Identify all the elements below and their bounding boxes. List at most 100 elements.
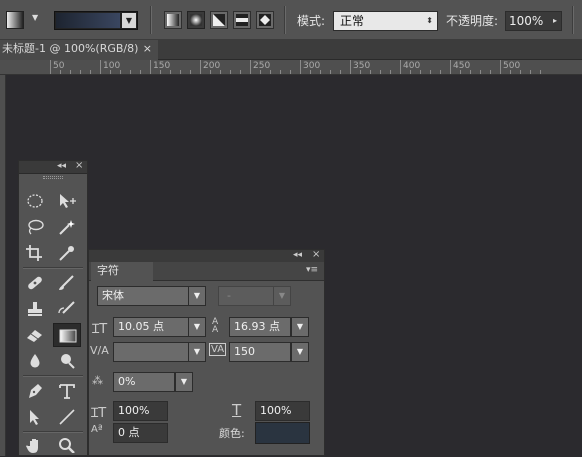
document-tab[interactable]: 未标题-1 @ 100%(RGB/8) × [0, 40, 158, 60]
bandage-icon [28, 276, 42, 290]
move-tool[interactable] [53, 189, 81, 213]
elliptical-marquee-tool[interactable] [21, 189, 49, 213]
kerning-input[interactable] [113, 342, 189, 362]
history-brush-tool[interactable] [53, 297, 81, 321]
zoom-tool[interactable] [53, 433, 81, 457]
ruler-minor-tick [160, 70, 161, 74]
ruler-minor-tick [230, 70, 231, 74]
text-color-swatch[interactable] [255, 422, 310, 444]
chevron-down-icon[interactable]: ▼ [188, 342, 206, 362]
lasso-tool[interactable] [21, 215, 49, 239]
opacity-value: 100% [509, 14, 544, 28]
tab-character[interactable]: 字符 [91, 262, 153, 281]
ruler-minor-tick [70, 70, 71, 74]
grip-handle[interactable] [43, 176, 63, 179]
close-icon[interactable]: × [75, 160, 83, 171]
options-bar: ▼ ▼ 模式: 正常 ⬍ 不透明度: 100% ▸ [0, 0, 582, 40]
vertical-ruler[interactable] [0, 75, 6, 456]
eraser-tool[interactable] [21, 323, 49, 347]
blur-tool[interactable] [21, 349, 49, 373]
panel-menu-icon[interactable]: ▾≡ [306, 265, 318, 275]
close-icon[interactable]: × [143, 40, 152, 58]
ruler-minor-tick [440, 70, 441, 74]
baseline-shift-icon: Aª [91, 424, 103, 435]
ruler-tick [150, 60, 151, 74]
clone-stamp-tool[interactable] [21, 297, 49, 321]
angle-gradient-button[interactable] [210, 11, 228, 29]
eyedropper-tool[interactable] [53, 241, 81, 265]
ruler-label: 400 [403, 61, 421, 71]
ruler-minor-tick [290, 70, 291, 74]
line-icon [59, 409, 75, 425]
ruler-label: 450 [453, 61, 471, 71]
spot-healing-brush-tool[interactable] [21, 271, 49, 295]
ruler-minor-tick [520, 70, 521, 74]
font-style-select[interactable]: - [218, 286, 274, 306]
close-icon[interactable]: × [312, 249, 320, 260]
type-icon [59, 384, 75, 399]
reflected-gradient-button[interactable] [233, 11, 251, 29]
ruler-minor-tick [390, 70, 391, 74]
tools-panel-header[interactable]: ◂◂ × [19, 160, 87, 174]
chevron-down-icon[interactable]: ▼ [291, 317, 309, 337]
ruler-minor-tick [340, 70, 341, 74]
mode-select[interactable]: 正常 ⬍ [333, 11, 438, 31]
droplet-icon [30, 354, 40, 368]
opacity-input[interactable]: 100% ▸ [505, 11, 562, 31]
divider [23, 267, 83, 269]
ruler-minor-tick [530, 70, 531, 74]
chevron-down-icon[interactable]: ▼ [291, 342, 309, 362]
font-size-icon: ꞮT [92, 322, 108, 337]
gradient-picker[interactable]: ▼ [54, 11, 138, 30]
horizontal-scale-input[interactable]: 100% [255, 401, 310, 421]
chevron-right-icon: ▸ [552, 16, 557, 25]
crop-tool[interactable] [21, 241, 49, 265]
baseline-shift-input[interactable]: 0 点 [113, 423, 168, 443]
path-selection-tool[interactable] [21, 405, 49, 429]
gradient-tool[interactable] [53, 323, 81, 347]
magic-wand-icon [59, 220, 75, 235]
ruler-minor-tick [130, 70, 131, 74]
tracking-icon: VA [209, 343, 227, 356]
ruler-label: 200 [203, 61, 221, 71]
ruler-tick [400, 60, 401, 74]
diamond-gradient-button[interactable] [256, 11, 274, 29]
ruler-minor-tick [510, 70, 511, 74]
brush-tool[interactable] [53, 271, 81, 295]
color-label: 颜色: [219, 427, 245, 440]
dodge-icon [61, 354, 75, 369]
font-size-input[interactable]: 10.05 点 [113, 317, 189, 337]
ruler-tick [250, 60, 251, 74]
chevron-down-icon: ▼ [122, 13, 136, 28]
history-brush-icon [58, 301, 75, 314]
tsume-input[interactable]: 0% [113, 372, 175, 392]
pen-tool[interactable] [21, 379, 49, 403]
leading-input[interactable]: 16.93 点 [229, 317, 291, 337]
ruler-tick [450, 60, 451, 74]
collapse-icon[interactable]: ◂◂ [57, 161, 66, 171]
ruler-minor-tick [540, 70, 541, 74]
radial-gradient-button[interactable] [187, 11, 205, 29]
ruler-minor-tick [110, 70, 111, 74]
hand-tool[interactable] [21, 433, 49, 457]
font-family-select[interactable]: 宋体 [97, 286, 189, 306]
tool-preset-picker[interactable]: ▼ [6, 11, 44, 29]
linear-gradient-button[interactable] [164, 11, 182, 29]
collapse-icon[interactable]: ◂◂ [293, 250, 302, 260]
magic-wand-tool[interactable] [53, 215, 81, 239]
chevron-down-icon[interactable]: ▼ [175, 372, 193, 392]
vertical-scale-input[interactable]: 100% [113, 401, 168, 421]
ruler-minor-tick [480, 70, 481, 74]
chevron-down-icon[interactable]: ▼ [273, 286, 291, 306]
dodge-tool[interactable] [53, 349, 81, 373]
chevron-down-icon[interactable]: ▼ [188, 317, 206, 337]
tsume-icon: ⁂ [92, 374, 103, 387]
leading-icon: AA [212, 317, 219, 335]
horizontal-ruler[interactable]: 50 100 150 200 250 300 350 400 450 500 [0, 60, 582, 75]
line-tool[interactable] [53, 405, 81, 429]
ruler-minor-tick [470, 70, 471, 74]
type-tool[interactable] [53, 379, 81, 403]
chevron-down-icon[interactable]: ▼ [188, 286, 206, 306]
document-title: 未标题-1 @ 100%(RGB/8) [2, 42, 139, 55]
tracking-input[interactable]: 150 [229, 342, 291, 362]
